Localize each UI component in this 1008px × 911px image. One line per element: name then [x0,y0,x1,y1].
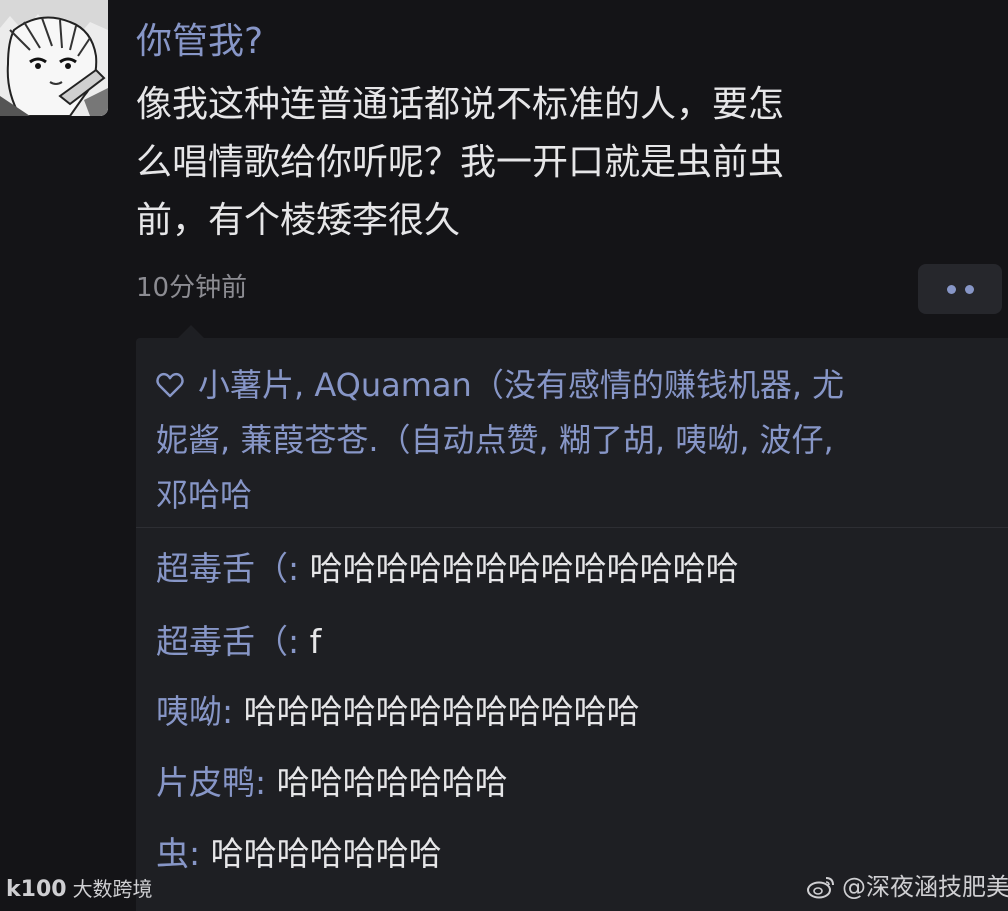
likes-list: 小薯片, AQuaman（没有感情的赚钱机器, 尤 妮酱, 蒹葭苍苍.（自动点赞… [156,358,986,523]
heart-outline-icon [156,372,184,398]
more-dots-icon [946,284,956,294]
author-name[interactable]: 你管我? [136,18,263,66]
comment-author[interactable]: 咦呦: [156,692,233,731]
comment-author[interactable]: 片皮鸭: [156,763,266,802]
comment-text: f [299,622,322,661]
weibo-icon [807,877,834,899]
post-timestamp: 10分钟前 [136,273,248,303]
comment-item[interactable]: 片皮鸭: 哈哈哈哈哈哈哈 [156,759,508,807]
comment-item[interactable]: 虫: 哈哈哈哈哈哈哈 [156,830,442,878]
post-text-line: 像我这种连普通话都说不标准的人，要怎 [136,84,785,125]
comment-item[interactable]: 超毒舌（: 哈哈哈哈哈哈哈哈哈哈哈哈哈 [156,545,739,593]
likes-line[interactable]: 邓哈哈 [156,468,986,523]
avatar[interactable] [0,0,108,116]
likes-line: 小薯片, AQuaman（没有感情的赚钱机器, 尤 [156,358,986,413]
comment-author[interactable]: 超毒舌（: [156,549,299,588]
more-dots-icon [964,284,974,294]
likes-comments-panel: 小薯片, AQuaman（没有感情的赚钱机器, 尤 妮酱, 蒹葭苍苍.（自动点赞… [136,325,1008,911]
likes-names[interactable]: 小薯片, AQuaman（没有感情的赚钱机器, 尤 [198,366,844,404]
comment-text: 哈哈哈哈哈哈哈哈哈哈哈哈哈 [299,549,739,588]
watermark-right-text: @深夜涵技肥美 [842,873,1008,901]
comment-text: 哈哈哈哈哈哈哈 [200,834,442,873]
k100-logo: k100 [6,877,67,902]
watermark-left-text: 大数跨境 [72,877,153,901]
post-text: 像我这种连普通话都说不标准的人，要怎 么唱情歌给你听呢？我一开口就是虫前虫 前，… [136,76,956,250]
watermark-left: k100 大数跨境 [6,874,153,905]
post-text-line: 么唱情歌给你听呢？我一开口就是虫前虫 [136,142,785,183]
manga-avatar-image [0,0,108,116]
comment-item[interactable]: 超毒舌（: f [156,618,321,666]
more-actions-button[interactable] [918,264,1002,314]
likes-line[interactable]: 妮酱, 蒹葭苍苍.（自动点赞, 糊了胡, 咦呦, 波仔, [156,413,986,468]
likes-divider [136,527,1008,528]
watermark-right: @深夜涵技肥美 [806,870,1008,904]
comment-item[interactable]: 咦呦: 哈哈哈哈哈哈哈哈哈哈哈哈 [156,688,640,736]
comment-text: 哈哈哈哈哈哈哈哈哈哈哈哈 [233,692,640,731]
comment-author[interactable]: 超毒舌（: [156,622,299,661]
comment-text: 哈哈哈哈哈哈哈 [266,763,508,802]
moments-post-screen: 你管我? 像我这种连普通话都说不标准的人，要怎 么唱情歌给你听呢？我一开口就是虫… [0,0,1008,911]
comment-author[interactable]: 虫: [156,834,200,873]
post-text-line: 前，有个棱矮李很久 [136,200,461,241]
